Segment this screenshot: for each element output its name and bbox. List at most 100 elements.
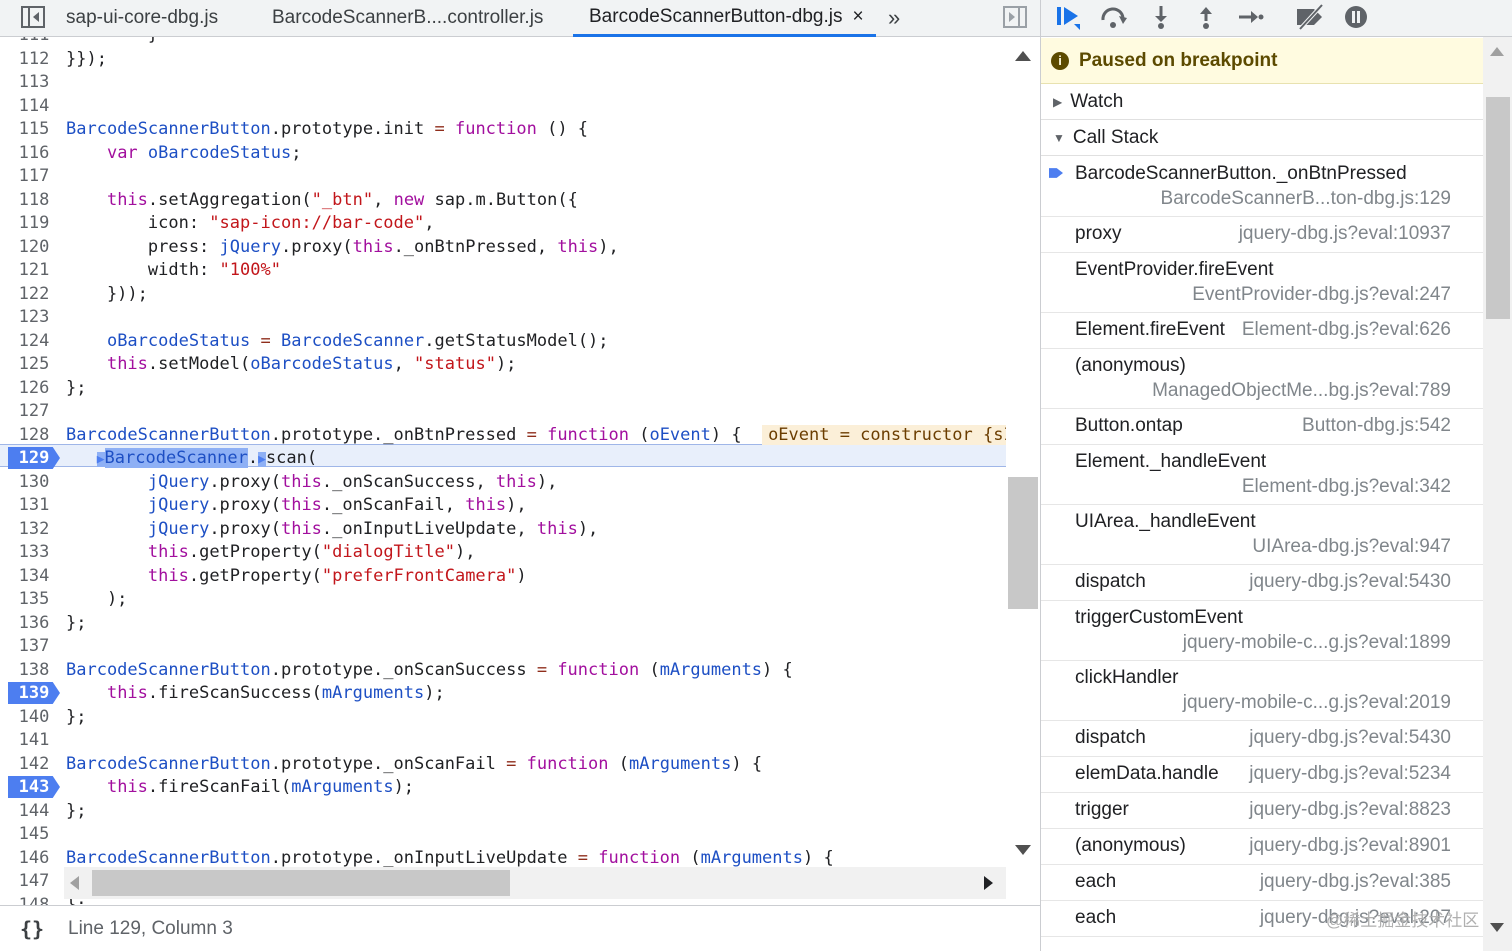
scrollbar-thumb[interactable] [1008,477,1038,609]
code-line[interactable]: BarcodeScannerButton.prototype._onBtnPre… [66,424,1006,446]
call-frame[interactable]: proxy jquery-dbg.js?eval:10937 [1041,217,1483,253]
frame-location-link[interactable]: UIArea-dbg.js?eval:947 [1252,536,1451,558]
code-line[interactable]: })); [66,283,148,305]
call-frame[interactable]: triggerCustomEvent jquery-mobile-c...g.js… [1041,601,1483,661]
code-line[interactable]: jQuery.proxy(this._onScanFail, this), [66,494,527,516]
source-code[interactable]: }}}); BarcodeScannerButton.prototype.init… [66,37,1006,905]
frame-location-link[interactable]: Button-dbg.js:542 [1302,415,1451,437]
breakpoint-line-number[interactable]: 139 [8,682,60,704]
step-into-button[interactable] [1144,2,1178,32]
call-frame[interactable]: elemData.handle jquery-dbg.js?eval:5234 [1041,757,1483,793]
line-number[interactable]: 134 [8,565,60,587]
line-number[interactable]: 128 [8,424,60,446]
line-number[interactable]: 130 [8,471,60,493]
resume-button[interactable] [1051,2,1085,32]
breakpoint-line-number[interactable]: 129 [8,447,60,469]
code-line[interactable]: BarcodeScannerButton.prototype._onScanFa… [66,753,762,775]
scroll-left-icon[interactable] [70,876,79,890]
scroll-down-icon[interactable] [1490,923,1504,932]
line-number[interactable]: 111 [8,37,60,46]
callstack-section-header[interactable]: ▼ Call Stack [1041,121,1483,156]
toggle-navigator-icon[interactable] [18,0,48,34]
line-number[interactable]: 120 [8,236,60,258]
line-number[interactable]: 122 [8,283,60,305]
scroll-right-icon[interactable] [984,876,993,890]
frame-location-link[interactable]: jquery-dbg.js?eval:8823 [1249,799,1451,821]
scrollbar-thumb[interactable] [92,870,510,896]
breakpoint-line-number[interactable]: 143 [8,776,60,798]
line-number-gutter[interactable]: 1111121131141151161171181191201211221231… [0,37,64,905]
code-line[interactable]: }; [66,612,86,634]
code-line[interactable]: this.fireScanFail(mArguments); [66,776,414,798]
call-frame[interactable]: Element.fireEvent Element-dbg.js?eval:626 [1041,313,1483,349]
close-icon[interactable]: × [853,6,864,28]
code-line[interactable]: }; [66,706,86,728]
code-line[interactable]: BarcodeScannerButton.prototype.init = fu… [66,118,588,140]
code-line[interactable]: BarcodeScannerButton.prototype._onScanSu… [66,659,793,681]
code-line[interactable]: this.setAggregation("_btn", new sap.m.Bu… [66,189,578,211]
scroll-up-icon[interactable] [1015,51,1031,61]
line-number[interactable]: 146 [8,847,60,869]
frame-location-link[interactable]: ManagedObjectMe...bg.js?eval:789 [1152,380,1451,402]
scroll-down-icon[interactable] [1015,845,1031,855]
code-editor[interactable]: 1111121131141151161171181191201211221231… [0,37,1040,905]
pause-on-exceptions-button[interactable] [1339,2,1373,32]
line-number[interactable]: 148 [8,894,60,906]
line-number[interactable]: 115 [8,118,60,140]
code-line[interactable]: this.fireScanSuccess(mArguments); [66,682,445,704]
call-frame[interactable]: (anonymous) jquery-dbg.js?eval:8901 [1041,829,1483,865]
line-number[interactable]: 142 [8,753,60,775]
code-line[interactable]: }}); [66,48,107,70]
frame-location-link[interactable]: jquery-mobile-c...g.js?eval:2019 [1183,692,1451,714]
scrollbar-thumb[interactable] [1486,97,1510,319]
frame-location-link[interactable]: EventProvider-dbg.js?eval:247 [1192,284,1451,306]
line-number[interactable]: 123 [8,306,60,328]
line-number[interactable]: 132 [8,518,60,540]
call-frame[interactable]: BarcodeScannerButton._onBtnPressed Barcod… [1041,157,1483,217]
more-tabs-icon[interactable]: » [888,0,900,36]
code-line[interactable]: var oBarcodeStatus; [66,142,302,164]
code-line[interactable]: this.getProperty("preferFrontCamera") [66,565,527,587]
call-frame[interactable]: dispatch jquery-dbg.js?eval:5430 [1041,721,1483,757]
line-number[interactable]: 133 [8,541,60,563]
line-number[interactable]: 124 [8,330,60,352]
line-number[interactable]: 113 [8,71,60,93]
line-number[interactable]: 145 [8,823,60,845]
call-frame[interactable]: EventProvider.fireEvent EventProvider-dbg… [1041,253,1483,313]
call-frame[interactable]: dispatch jquery-dbg.js?eval:5430 [1041,565,1483,601]
code-line[interactable]: this.setModel(oBarcodeStatus, "status"); [66,353,516,375]
code-line[interactable]: oBarcodeStatus = BarcodeScanner.getStatu… [66,330,609,352]
line-number[interactable]: 127 [8,400,60,422]
line-number[interactable]: 119 [8,212,60,234]
pretty-print-button[interactable]: {} [0,917,64,941]
tab-sap-ui-core[interactable]: sap-ui-core-dbg.js [66,0,218,36]
code-line[interactable]: icon: "sap-icon://bar-code", [66,212,435,234]
code-line[interactable]: } [66,37,158,46]
horizontal-scrollbar[interactable] [64,867,1006,899]
frame-location-link[interactable]: jquery-dbg.js?eval:8901 [1249,835,1451,857]
code-line[interactable]: jQuery.proxy(this._onScanSuccess, this), [66,471,557,493]
step-button[interactable] [1233,2,1267,32]
line-number[interactable]: 141 [8,729,60,751]
call-frame[interactable]: Button.ontap Button-dbg.js:542 [1041,409,1483,445]
frame-location-link[interactable]: Element-dbg.js?eval:342 [1242,476,1451,498]
panel-scrollbar[interactable] [1483,37,1512,951]
frame-location-link[interactable]: jquery-dbg.js?eval:5234 [1249,763,1451,785]
frame-location-link[interactable]: jquery-dbg.js?eval:5430 [1249,571,1451,593]
line-number[interactable]: 135 [8,588,60,610]
line-number[interactable]: 112 [8,48,60,70]
frame-location-link[interactable]: jquery-dbg.js?eval:10937 [1239,223,1451,245]
deactivate-breakpoints-button[interactable] [1293,2,1327,32]
code-line[interactable]: ); [66,588,127,610]
code-line[interactable]: BarcodeScannerButton.prototype._onInputL… [66,847,834,869]
call-frame[interactable]: (anonymous) ManagedObjectMe...bg.js?eval:… [1041,349,1483,409]
code-line[interactable]: width: "100%" [66,259,281,281]
line-number[interactable]: 138 [8,659,60,681]
call-frame[interactable]: Element._handleEvent Element-dbg.js?eval:… [1041,445,1483,505]
frame-location-link[interactable]: Element-dbg.js?eval:626 [1242,319,1451,341]
tab-barcode-controller[interactable]: BarcodeScannerB....controller.js [272,0,543,36]
step-out-button[interactable] [1189,2,1223,32]
line-number[interactable]: 126 [8,377,60,399]
frame-location-link[interactable]: BarcodeScannerB...ton-dbg.js:129 [1161,188,1451,210]
line-number[interactable]: 147 [8,870,60,892]
